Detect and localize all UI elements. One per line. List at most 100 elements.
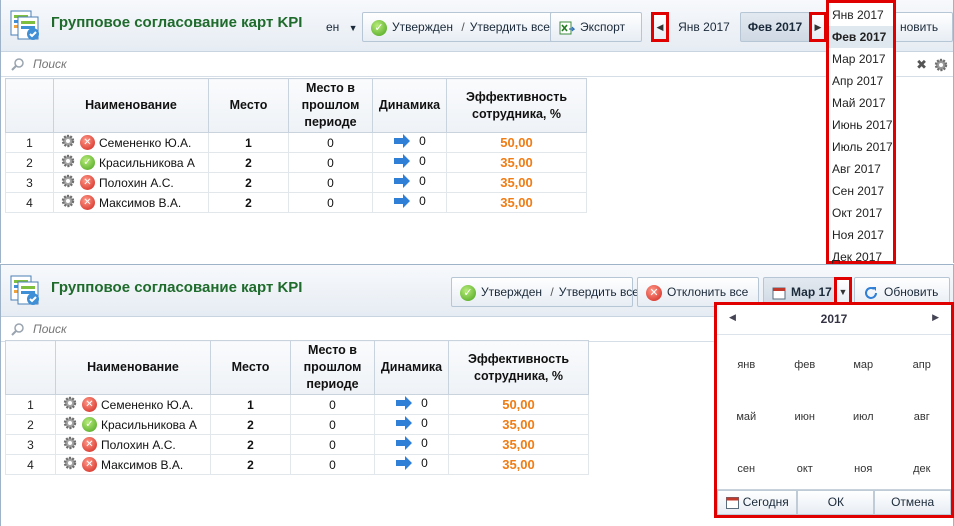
table-row[interactable]: 3 ✕ Полохин А.С. 2 0 0 35,00 bbox=[5, 172, 587, 193]
month-option[interactable]: Дек 2017 bbox=[829, 246, 893, 268]
month-option[interactable]: Ноя 2017 bbox=[829, 224, 893, 246]
chevron-down-icon: ▼ bbox=[348, 23, 358, 33]
truncated-button[interactable]: ен ▼ bbox=[323, 12, 361, 42]
settings-gear-icon[interactable] bbox=[933, 57, 949, 73]
calendar-month-cell[interactable]: фев bbox=[776, 339, 835, 391]
employee-name-cell[interactable]: ✓ Красильникова А bbox=[53, 152, 209, 173]
table-row[interactable]: 1 ✕ Семененко Ю.А. 1 0 0 50,00 bbox=[5, 394, 589, 415]
approve-button[interactable]: ✓ Утвержден / Утвердить все bbox=[362, 12, 559, 42]
month-dropdown-list: Янв 2017 Фев 2017 Мар 2017 Апр 2017 Май 2017… bbox=[826, 0, 896, 264]
calendar-month-cell[interactable]: апр bbox=[893, 339, 952, 391]
settings-gear-icon[interactable] bbox=[58, 194, 80, 212]
employee-name-cell[interactable]: ✕ Полохин А.С. bbox=[53, 172, 209, 193]
employee-name: Полохин А.С. bbox=[101, 437, 176, 452]
month-prev-tab[interactable]: Янв 2017 bbox=[671, 12, 737, 42]
calendar-month-cell[interactable]: май bbox=[717, 391, 776, 443]
column-header-prev-place[interactable]: Место в прошлом периоде bbox=[290, 340, 375, 395]
calendar-month-cell[interactable]: июн bbox=[776, 391, 835, 443]
place-cell: 1 bbox=[210, 394, 291, 415]
calendar-month-cell[interactable]: июл bbox=[834, 391, 893, 443]
settings-gear-icon[interactable] bbox=[60, 416, 82, 434]
calendar-year[interactable]: 2017 bbox=[717, 312, 951, 326]
calendar-month-cell[interactable]: авг bbox=[893, 391, 952, 443]
search-input[interactable] bbox=[31, 56, 331, 72]
table-row[interactable]: 2 ✓ Красильникова А 2 0 0 35,00 bbox=[5, 414, 589, 435]
calendar-header: ◀ 2017 ▶ bbox=[717, 305, 951, 335]
column-header-prev-place[interactable]: Место в прошлом периоде bbox=[288, 78, 373, 133]
month-option[interactable]: Мар 2017 bbox=[829, 48, 893, 70]
arrow-right-icon bbox=[394, 174, 411, 188]
column-header-place[interactable]: Место bbox=[210, 340, 291, 395]
dynamics-cell: 0 bbox=[374, 434, 449, 455]
next-year-icon[interactable]: ▶ bbox=[932, 312, 939, 323]
table-row[interactable]: 4 ✕ Максимов В.А. 2 0 0 35,00 bbox=[5, 454, 589, 475]
dynamics-cell: 0 bbox=[374, 394, 449, 415]
table-row[interactable]: 2 ✓ Красильникова А 2 0 0 35,00 bbox=[5, 152, 587, 173]
search-icon bbox=[11, 323, 24, 336]
approve-all-label: Утвердить все bbox=[558, 285, 639, 299]
table-row[interactable]: 4 ✕ Максимов В.А. 2 0 0 35,00 bbox=[5, 192, 587, 213]
month-current-label: Фев 2017 bbox=[747, 20, 803, 34]
table-row[interactable]: 3 ✕ Полохин А.С. 2 0 0 35,00 bbox=[5, 434, 589, 455]
column-header-dynamics[interactable]: Динамика bbox=[374, 340, 449, 395]
approve-button[interactable]: ✓ Утвержден / Утвердить все bbox=[451, 277, 639, 307]
settings-gear-icon[interactable] bbox=[58, 174, 80, 192]
place-cell: 2 bbox=[208, 152, 289, 173]
calendar-month-cell[interactable]: сен bbox=[717, 443, 776, 495]
settings-gear-icon[interactable] bbox=[58, 154, 80, 172]
month-value: Мар 17 bbox=[791, 285, 832, 299]
month-current-tab[interactable]: Фев 2017 bbox=[740, 12, 810, 42]
prev-month-button[interactable]: ◀ bbox=[651, 12, 669, 42]
month-option[interactable]: Авг 2017 bbox=[829, 158, 893, 180]
calendar-month-cell[interactable]: ноя bbox=[834, 443, 893, 495]
employee-name-cell[interactable]: ✓ Красильникова А bbox=[55, 414, 211, 435]
arrow-right-icon bbox=[396, 456, 413, 470]
employee-name-cell[interactable]: ✕ Семененко Ю.А. bbox=[55, 394, 211, 415]
approved-status-icon: ✓ bbox=[80, 155, 95, 170]
settings-gear-icon[interactable] bbox=[60, 396, 82, 414]
panel-header: Групповое согласование карт KPI ен ▼ ✓ Ут… bbox=[1, 0, 953, 52]
column-header-name[interactable]: Наименование bbox=[55, 340, 211, 395]
employee-name: Максимов В.А. bbox=[99, 195, 182, 210]
employee-name-cell[interactable]: ✕ Максимов В.А. bbox=[53, 192, 209, 213]
dynamics-value: 0 bbox=[421, 456, 428, 470]
settings-gear-icon[interactable] bbox=[58, 134, 80, 152]
month-option[interactable]: Окт 2017 bbox=[829, 202, 893, 224]
cancel-label: Отмена bbox=[891, 495, 935, 509]
month-option[interactable]: Июль 2017 bbox=[829, 136, 893, 158]
ok-button[interactable]: ОК bbox=[797, 490, 875, 515]
calendar-month-cell[interactable]: дек bbox=[893, 443, 952, 495]
clear-icon[interactable]: ✖ bbox=[916, 57, 927, 73]
employee-name-cell[interactable]: ✕ Семененко Ю.А. bbox=[53, 132, 209, 153]
column-header-place[interactable]: Место bbox=[208, 78, 289, 133]
column-header-efficiency[interactable]: Эффективность сотрудника, % bbox=[446, 78, 587, 133]
place-cell: 2 bbox=[210, 434, 291, 455]
employee-name: Красильникова А bbox=[99, 155, 195, 170]
settings-gear-icon[interactable] bbox=[60, 436, 82, 454]
employee-name-cell[interactable]: ✕ Полохин А.С. bbox=[55, 434, 211, 455]
cancel-button[interactable]: Отмена bbox=[874, 490, 951, 515]
calendar-month-cell[interactable]: окт bbox=[776, 443, 835, 495]
settings-gear-icon[interactable] bbox=[60, 456, 82, 474]
table-row[interactable]: 1 ✕ Семененко Ю.А. 1 0 0 50,00 bbox=[5, 132, 587, 153]
column-header-name[interactable]: Наименование bbox=[53, 78, 209, 133]
search-input[interactable] bbox=[31, 321, 331, 337]
column-header-dynamics[interactable]: Динамика bbox=[372, 78, 447, 133]
month-option[interactable]: Янв 2017 bbox=[829, 4, 893, 26]
month-option[interactable]: Сен 2017 bbox=[829, 180, 893, 202]
month-option[interactable]: Июнь 2017 bbox=[829, 114, 893, 136]
month-option[interactable]: Май 2017 bbox=[829, 92, 893, 114]
month-option[interactable]: Апр 2017 bbox=[829, 70, 893, 92]
chevron-left-icon: ◀ bbox=[656, 22, 664, 32]
month-option[interactable]: Фев 2017 bbox=[829, 26, 893, 48]
employee-name: Максимов В.А. bbox=[101, 457, 184, 472]
kpi-cards-icon bbox=[10, 10, 39, 40]
column-header-efficiency[interactable]: Эффективность сотрудника, % bbox=[448, 340, 589, 395]
calendar-month-cell[interactable]: мар bbox=[834, 339, 893, 391]
employee-name-cell[interactable]: ✕ Максимов В.А. bbox=[55, 454, 211, 475]
arrow-right-icon bbox=[396, 436, 413, 450]
today-button[interactable]: Сегодня bbox=[717, 490, 798, 515]
next-month-button[interactable]: ▶ bbox=[809, 12, 827, 42]
calendar-month-cell[interactable]: янв bbox=[717, 339, 776, 391]
export-button[interactable]: Экспорт bbox=[550, 12, 642, 42]
